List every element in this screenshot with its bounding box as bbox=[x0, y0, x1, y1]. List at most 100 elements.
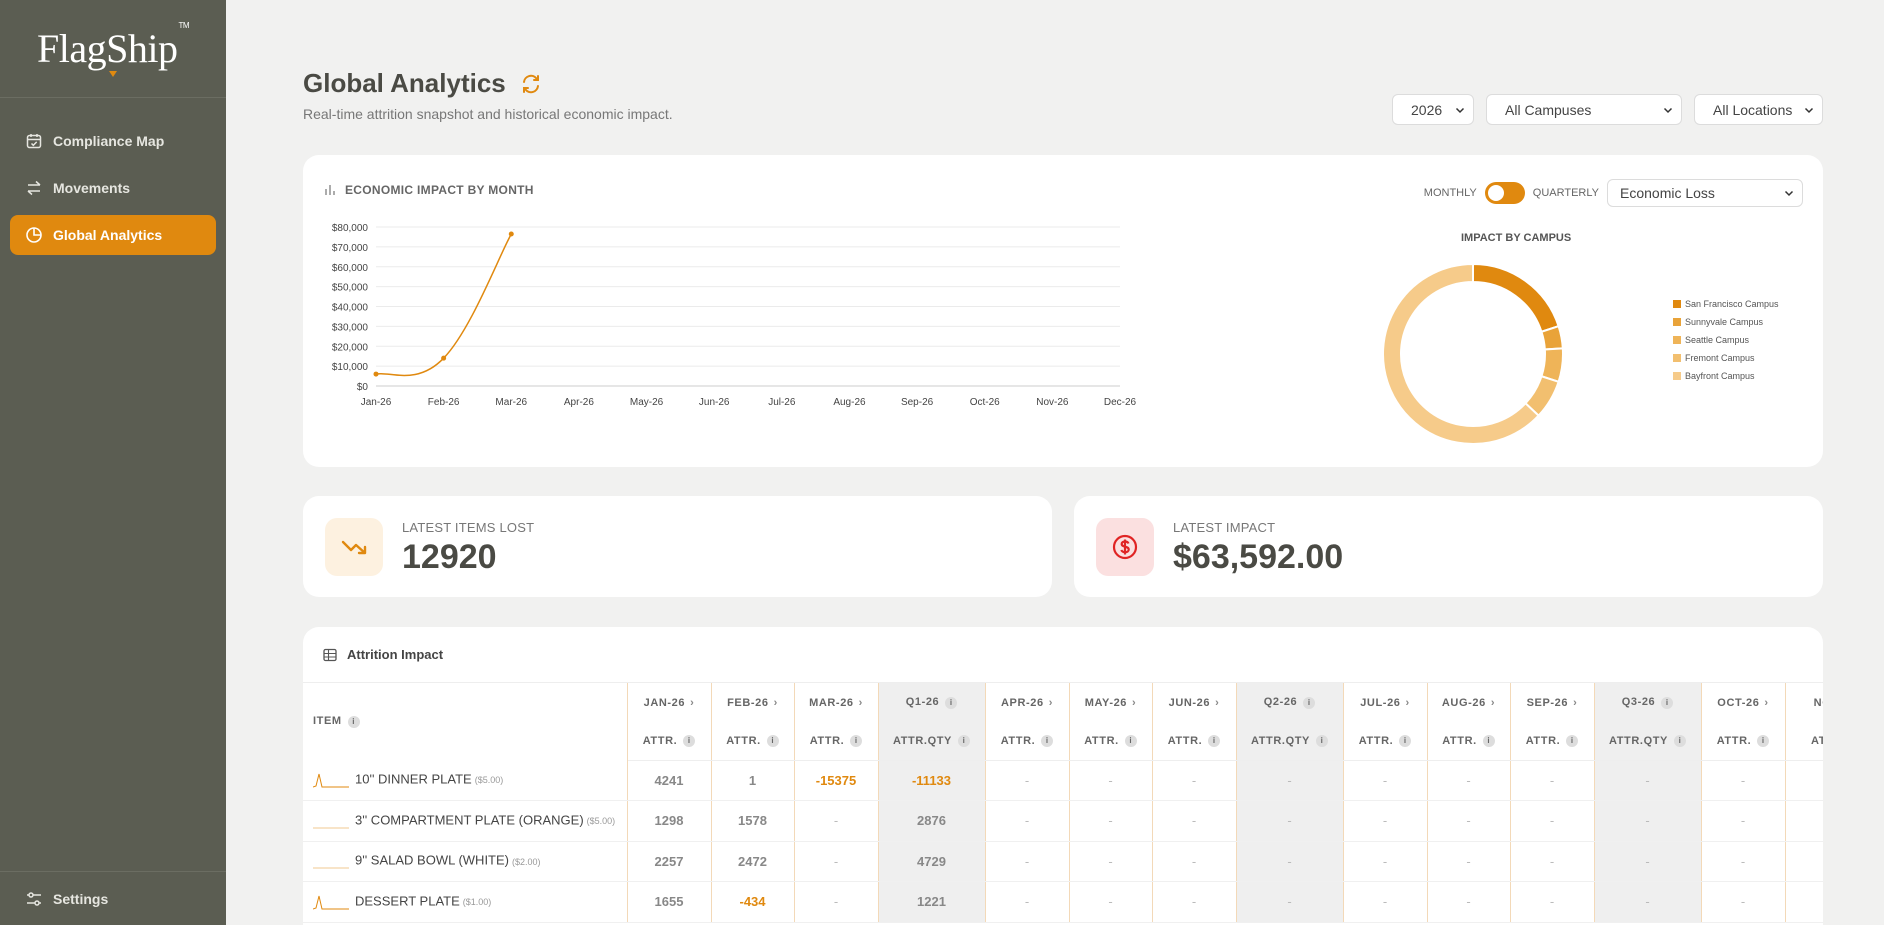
value-cell: - bbox=[1069, 760, 1153, 801]
donut-slice bbox=[1540, 324, 1564, 351]
info-icon[interactable]: i bbox=[1661, 696, 1674, 709]
location-select[interactable]: All Locations bbox=[1694, 94, 1823, 125]
info-icon[interactable]: i bbox=[957, 734, 970, 747]
chevron-right-icon: › bbox=[1405, 696, 1410, 709]
value-cell: - bbox=[1069, 881, 1153, 923]
info-icon[interactable]: i bbox=[850, 734, 863, 747]
value-cell: - bbox=[1701, 841, 1786, 882]
y-tick-label: $10,000 bbox=[332, 362, 369, 373]
column-header[interactable]: Q1-26 i bbox=[878, 683, 986, 722]
value-cell: 1298 bbox=[627, 800, 712, 842]
value-cell: - bbox=[1594, 760, 1702, 801]
value-cell: 1221 bbox=[878, 881, 986, 923]
page-title: Global Analytics bbox=[303, 68, 542, 99]
info-icon[interactable]: i bbox=[683, 734, 696, 747]
x-tick-label: May-26 bbox=[630, 397, 664, 408]
column-header[interactable]: NOV bbox=[1785, 683, 1823, 722]
chevron-down-icon bbox=[1804, 107, 1814, 113]
info-icon[interactable]: i bbox=[1315, 734, 1328, 747]
legend-swatch bbox=[1673, 336, 1681, 344]
column-header[interactable]: MAR-26 › bbox=[794, 683, 879, 722]
table-row[interactable]: DESSERT PLATE ($1.00) 1655 -434-1221- - - - - - -… bbox=[303, 881, 1823, 923]
column-header[interactable]: AUG-26 › bbox=[1427, 683, 1511, 722]
chart-controls: MONTHLY QUARTERLY Economic Loss bbox=[1424, 179, 1803, 207]
info-icon[interactable]: i bbox=[1208, 734, 1221, 747]
info-icon[interactable]: i bbox=[1566, 734, 1579, 747]
x-tick-label: Apr-26 bbox=[564, 397, 594, 408]
value-cell: - bbox=[985, 760, 1070, 801]
period-toggle[interactable] bbox=[1484, 182, 1525, 204]
value-cell: -11133 bbox=[878, 760, 986, 801]
column-subheader: ATTR. i bbox=[1343, 722, 1428, 761]
table-icon bbox=[323, 648, 337, 661]
table-title: Attrition Impact bbox=[323, 647, 443, 662]
sidebar-item-movements[interactable]: Movements bbox=[10, 168, 216, 208]
value-cell bbox=[1785, 800, 1823, 842]
calendar-check-icon bbox=[25, 132, 43, 150]
x-tick-label: Jan-26 bbox=[361, 397, 392, 408]
column-subheader: ATTR bbox=[1785, 722, 1823, 761]
column-header[interactable]: JAN-26 › bbox=[627, 683, 712, 722]
column-subheader: ATTR. i bbox=[985, 722, 1070, 761]
value-cell: - bbox=[1069, 841, 1153, 882]
sidebar-item-compliance-map[interactable]: Compliance Map bbox=[10, 121, 216, 161]
column-header[interactable]: Q3-26 i bbox=[1594, 683, 1702, 722]
legend-swatch bbox=[1673, 354, 1681, 362]
trending-down-icon bbox=[325, 518, 383, 576]
column-header[interactable]: JUN-26 › bbox=[1152, 683, 1237, 722]
donut-chart: San Francisco Campus Sunnyvale Campus Seat… bbox=[1383, 262, 1779, 445]
sidebar-item-global-analytics[interactable]: Global Analytics bbox=[10, 215, 216, 255]
info-icon[interactable]: i bbox=[1482, 734, 1495, 747]
info-icon[interactable]: i bbox=[1399, 734, 1412, 747]
table-row[interactable]: 3'' COMPARTMENT PLATE (ORANGE) ($5.00) 129… bbox=[303, 800, 1823, 842]
info-icon[interactable]: i bbox=[347, 715, 360, 728]
column-subheader: ATTR. i bbox=[1152, 722, 1237, 761]
flagship-logo[interactable]: FlagShipTM bbox=[37, 21, 189, 77]
item-cell: DESSERT PLATE ($1.00) bbox=[303, 881, 628, 923]
value-cell: - bbox=[1152, 841, 1237, 882]
column-header[interactable]: JUL-26 › bbox=[1343, 683, 1428, 722]
sidebar-item-settings[interactable]: Settings bbox=[0, 871, 226, 925]
table-row[interactable]: 10'' DINNER PLATE ($5.00) 4241 1 -15375 -1113… bbox=[303, 760, 1823, 801]
column-subheader: ATTR.QTY i bbox=[1236, 722, 1344, 761]
metric-select[interactable]: Economic Loss bbox=[1607, 179, 1803, 207]
value-cell: - bbox=[985, 841, 1070, 882]
y-tick-label: $0 bbox=[357, 382, 369, 393]
value-cell: - bbox=[985, 800, 1070, 842]
attrition-table: ITEM i JAN-26 › FEB-26 › MAR-26 › Q1-26 i APR-26 › M… bbox=[303, 683, 1823, 923]
column-header[interactable]: SEP-26 › bbox=[1510, 683, 1595, 722]
x-tick-label: Mar-26 bbox=[495, 397, 527, 408]
value-cell: - bbox=[1701, 760, 1786, 801]
value-cell: - bbox=[1343, 800, 1428, 842]
column-header[interactable]: MAY-26 › bbox=[1069, 683, 1153, 722]
table-row[interactable]: 9'' SALAD BOWL (WHITE) ($2.00) 2257 2472-47… bbox=[303, 841, 1823, 882]
refresh-icon[interactable] bbox=[520, 73, 542, 95]
info-icon[interactable]: i bbox=[1303, 696, 1316, 709]
info-icon[interactable]: i bbox=[766, 734, 779, 747]
info-icon[interactable]: i bbox=[1124, 734, 1137, 747]
legend-label: Sunnyvale Campus bbox=[1685, 317, 1764, 327]
value-cell: - bbox=[1343, 841, 1428, 882]
info-icon[interactable]: i bbox=[945, 696, 958, 709]
column-header[interactable]: Q2-26 i bbox=[1236, 683, 1344, 722]
x-tick-label: Feb-26 bbox=[428, 397, 460, 408]
year-select[interactable]: 2026 bbox=[1392, 94, 1474, 125]
column-header[interactable]: FEB-26 › bbox=[711, 683, 795, 722]
campus-select[interactable]: All Campuses bbox=[1486, 94, 1682, 125]
value-cell: - bbox=[1594, 881, 1702, 923]
chart-title: ECONOMIC IMPACT BY MONTH bbox=[325, 183, 534, 197]
settings-label: Settings bbox=[53, 890, 109, 907]
x-tick-label: Dec-26 bbox=[1104, 397, 1137, 408]
info-icon[interactable]: i bbox=[1041, 734, 1054, 747]
value-cell: 1578 bbox=[711, 800, 795, 842]
series-line bbox=[375, 233, 512, 377]
info-icon[interactable]: i bbox=[1757, 734, 1770, 747]
item-name: 9'' SALAD BOWL (WHITE) bbox=[355, 852, 510, 868]
y-tick-label: $70,000 bbox=[332, 243, 369, 254]
column-header[interactable]: APR-26 › bbox=[985, 683, 1070, 722]
attrition-table-scroll[interactable]: ITEM i JAN-26 › FEB-26 › MAR-26 › Q1-26 i APR-26 › M… bbox=[303, 682, 1823, 925]
info-icon[interactable]: i bbox=[1673, 734, 1686, 747]
sparkline bbox=[313, 895, 349, 910]
value-cell: -15375 bbox=[794, 760, 879, 801]
column-header[interactable]: OCT-26 › bbox=[1701, 683, 1786, 722]
